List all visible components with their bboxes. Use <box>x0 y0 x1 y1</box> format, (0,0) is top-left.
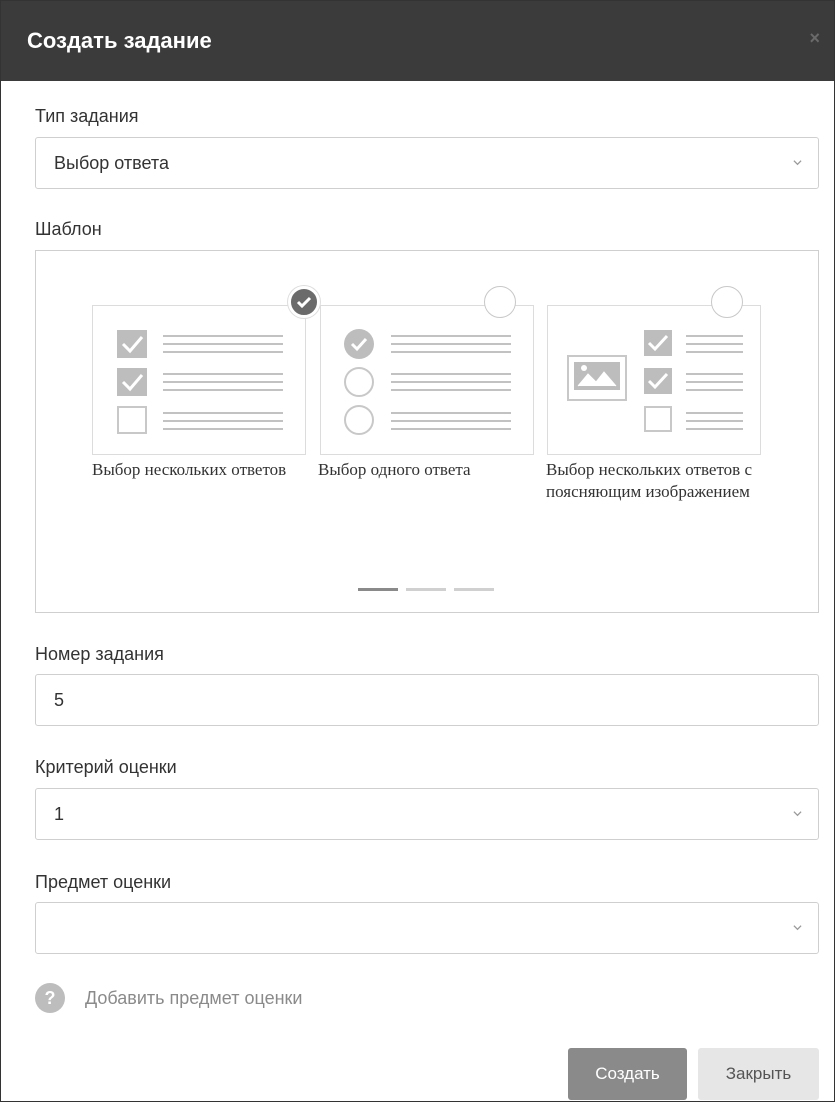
task-number-value: 5 <box>54 690 65 710</box>
chevron-down-icon <box>793 925 802 931</box>
criterion-select[interactable]: 1 <box>35 788 819 840</box>
create-button[interactable]: Создать <box>568 1048 687 1100</box>
create-task-dialog: Создать задание × Тип задания Выбор отве… <box>0 0 835 1102</box>
add-subject-label[interactable]: Добавить предмет оценки <box>85 988 302 1009</box>
dialog-header: Создать задание × <box>1 1 834 81</box>
pager-dot[interactable] <box>406 588 446 591</box>
template-card-label: Выбор одного ответа <box>318 460 471 479</box>
unselected-radio-icon <box>484 286 516 318</box>
multiple-choice-checkbox-icon <box>117 330 283 434</box>
single-choice-radio-icon <box>344 329 511 435</box>
chevron-down-icon <box>793 811 802 817</box>
pager-dot[interactable] <box>454 588 494 591</box>
template-card-multiple-choice[interactable] <box>92 305 306 455</box>
template-card-label: Выбор нескольких ответов <box>92 460 287 479</box>
multiple-choice-image-icon <box>567 330 743 432</box>
close-button[interactable]: Закрыть <box>698 1048 819 1100</box>
template-carousel: Выбор нескольких ответов Выбор одного от… <box>35 250 819 613</box>
close-icon[interactable]: × <box>809 29 820 47</box>
criterion-label: Критерий оценки <box>35 757 177 777</box>
subject-select[interactable] <box>35 902 819 954</box>
task-number-label: Номер задания <box>35 644 164 664</box>
template-card-single-choice[interactable] <box>320 305 534 455</box>
unselected-radio-icon <box>711 286 743 318</box>
criterion-value: 1 <box>54 804 65 824</box>
subject-label: Предмет оценки <box>35 872 172 892</box>
template-card-label: Выбор нескольких ответов с поясняющим из… <box>546 460 752 501</box>
pager-dot-active[interactable] <box>358 588 398 591</box>
task-type-value: Выбор ответа <box>54 153 169 173</box>
template-card-multiple-choice-image[interactable] <box>547 305 761 455</box>
task-type-select[interactable]: Выбор ответа <box>35 137 819 189</box>
task-type-label: Тип задания <box>35 106 139 126</box>
task-number-input[interactable]: 5 <box>35 674 819 726</box>
add-subject-link[interactable]: ? Добавить предмет оценки <box>35 983 302 1013</box>
selected-check-icon <box>288 286 320 318</box>
dialog-title: Создать задание <box>27 28 212 53</box>
chevron-down-icon <box>793 160 802 166</box>
question-icon: ? <box>35 983 65 1013</box>
template-label: Шаблон <box>35 219 102 239</box>
